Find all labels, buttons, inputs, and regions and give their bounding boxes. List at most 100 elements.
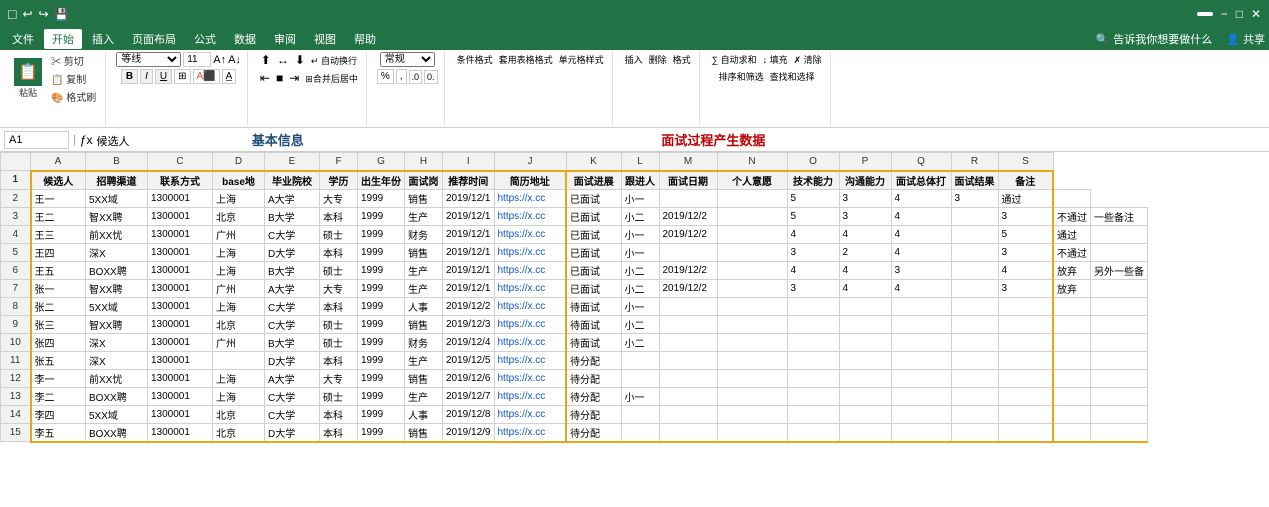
data-cell[interactable]	[1053, 297, 1091, 315]
font-size-increase-button[interactable]: A↑	[213, 54, 226, 66]
data-cell[interactable]: 4	[839, 261, 891, 279]
cell-m1[interactable]: 面试日期	[659, 171, 717, 190]
col-J[interactable]: J	[494, 153, 566, 171]
cell-r1[interactable]: 面试结果	[951, 171, 998, 190]
data-cell[interactable]: A大学	[265, 189, 320, 207]
data-cell[interactable]	[659, 297, 717, 315]
data-cell[interactable]	[717, 387, 787, 405]
data-cell[interactable]: 小二	[621, 333, 659, 351]
merge-center-button[interactable]: ⊞合并后居中	[303, 71, 360, 86]
format-button[interactable]: 格式	[671, 52, 693, 67]
col-K[interactable]: K	[566, 153, 621, 171]
increase-decimal-button[interactable]: .0	[409, 70, 423, 84]
align-center-button[interactable]: ■	[274, 70, 285, 86]
data-cell[interactable]: https://x.cc	[494, 333, 566, 351]
data-cell[interactable]: https://x.cc	[494, 423, 566, 442]
data-cell[interactable]: 5XX域	[86, 297, 148, 315]
data-cell[interactable]: 2019/12/4	[443, 333, 495, 351]
data-cell[interactable]	[1053, 369, 1091, 387]
cell-g1[interactable]: 出生年份	[358, 171, 405, 190]
col-I[interactable]: I	[443, 153, 495, 171]
data-cell[interactable]: 张五	[31, 351, 86, 369]
data-cell[interactable]	[659, 243, 717, 261]
data-cell[interactable]: 3	[787, 279, 839, 297]
data-cell[interactable]: 1300001	[148, 243, 213, 261]
data-cell[interactable]: 5	[787, 207, 839, 225]
data-cell[interactable]	[787, 315, 839, 333]
data-cell[interactable]	[891, 387, 951, 405]
data-cell[interactable]	[659, 405, 717, 423]
data-cell[interactable]: 1999	[358, 423, 405, 442]
data-cell[interactable]: 销售	[405, 369, 443, 387]
data-cell[interactable]: 前XX忧	[86, 225, 148, 243]
data-cell[interactable]: 智XX聘	[86, 207, 148, 225]
data-cell[interactable]	[787, 333, 839, 351]
data-cell[interactable]: 上海	[213, 261, 265, 279]
data-cell[interactable]: 硕士	[320, 333, 358, 351]
data-cell[interactable]: 放弃	[1053, 261, 1091, 279]
data-cell[interactable]	[787, 351, 839, 369]
data-cell[interactable]	[998, 315, 1053, 333]
data-cell[interactable]: 4	[839, 279, 891, 297]
col-P[interactable]: P	[839, 153, 891, 171]
data-cell[interactable]: 张一	[31, 279, 86, 297]
data-cell[interactable]: 2019/12/1	[443, 279, 495, 297]
font-color-button[interactable]: A̲	[222, 69, 237, 84]
data-cell[interactable]: 待分配	[566, 387, 621, 405]
bold-button[interactable]: B	[121, 69, 138, 84]
data-cell[interactable]	[659, 333, 717, 351]
data-cell[interactable]: 待分配	[566, 369, 621, 387]
tab-view[interactable]: 视图	[306, 29, 344, 49]
data-cell[interactable]	[213, 351, 265, 369]
data-cell[interactable]: 李四	[31, 405, 86, 423]
col-D[interactable]: D	[213, 153, 265, 171]
data-cell[interactable]	[1091, 333, 1148, 351]
tab-help[interactable]: 帮助	[346, 29, 384, 49]
data-cell[interactable]	[951, 243, 998, 261]
col-S[interactable]: S	[998, 153, 1053, 171]
data-cell[interactable]: 生产	[405, 387, 443, 405]
data-cell[interactable]	[951, 225, 998, 243]
data-cell[interactable]	[787, 423, 839, 442]
data-cell[interactable]	[659, 369, 717, 387]
cell-b1[interactable]: 招聘渠道	[86, 171, 148, 190]
spreadsheet-container[interactable]: A B C D E F G H I J K L M N O P Q	[0, 152, 1269, 507]
data-cell[interactable]	[998, 297, 1053, 315]
data-cell[interactable]: 5	[787, 189, 839, 207]
col-Q[interactable]: Q	[891, 153, 951, 171]
col-A[interactable]: A	[31, 153, 86, 171]
data-cell[interactable]	[1053, 423, 1091, 442]
data-cell[interactable]: 3	[998, 207, 1053, 225]
data-cell[interactable]: C大学	[265, 405, 320, 423]
data-cell[interactable]: 2019/12/2	[443, 297, 495, 315]
data-cell[interactable]: 小二	[621, 315, 659, 333]
paste-button[interactable]: 📋 粘贴	[10, 56, 46, 101]
data-cell[interactable]: 1999	[358, 243, 405, 261]
data-cell[interactable]: 销售	[405, 315, 443, 333]
data-cell[interactable]: 1999	[358, 297, 405, 315]
data-cell[interactable]: 4	[891, 207, 951, 225]
data-cell[interactable]: 1300001	[148, 405, 213, 423]
data-cell[interactable]: 已面试	[566, 189, 621, 207]
data-cell[interactable]: 2019/12/2	[659, 207, 717, 225]
align-bottom-button[interactable]: ⬇	[293, 52, 307, 68]
data-cell[interactable]: 已面试	[566, 261, 621, 279]
data-cell[interactable]	[621, 369, 659, 387]
data-cell[interactable]: 硕士	[320, 261, 358, 279]
data-cell[interactable]: 财务	[405, 225, 443, 243]
data-cell[interactable]: 5XX域	[86, 405, 148, 423]
data-cell[interactable]	[1053, 351, 1091, 369]
restore-icon[interactable]: □	[1236, 7, 1243, 21]
col-G[interactable]: G	[358, 153, 405, 171]
data-cell[interactable]: 小一	[621, 387, 659, 405]
cell-n1[interactable]: 个人意愿	[717, 171, 787, 190]
data-cell[interactable]	[717, 297, 787, 315]
cell-s1[interactable]: 备注	[998, 171, 1053, 190]
data-cell[interactable]	[839, 423, 891, 442]
data-cell[interactable]: 5XX域	[86, 189, 148, 207]
number-format-select[interactable]: 常规	[380, 52, 435, 67]
data-cell[interactable]: BOXX聘	[86, 387, 148, 405]
data-cell[interactable]	[787, 387, 839, 405]
data-cell[interactable]: 大专	[320, 369, 358, 387]
data-cell[interactable]: 不通过	[1053, 243, 1091, 261]
